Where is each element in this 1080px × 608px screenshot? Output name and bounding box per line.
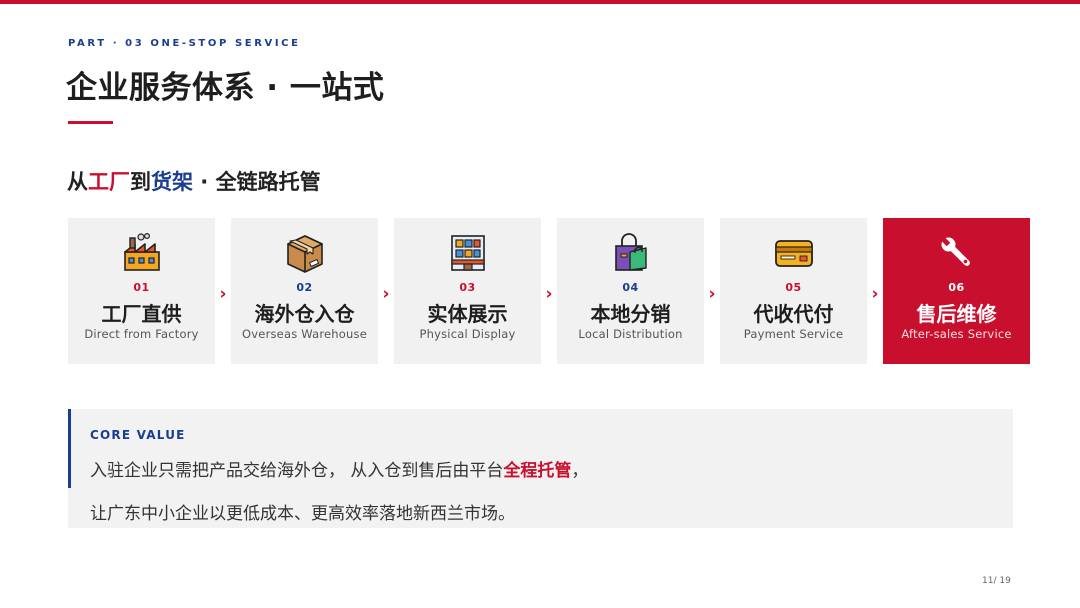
step-subtitle: Payment Service bbox=[743, 327, 844, 341]
core-value-accent-bar bbox=[68, 409, 71, 488]
step-card-payment[interactable]: 05 代收代付 Payment Service bbox=[720, 218, 867, 364]
step-title: 售后维修 bbox=[916, 302, 997, 326]
chevron-right-icon: › bbox=[871, 284, 879, 304]
factory-icon bbox=[123, 232, 160, 271]
step-number: 04 bbox=[622, 281, 639, 294]
step-subtitle: Physical Display bbox=[419, 327, 516, 341]
part-label: PART · 03 ONE-STOP SERVICE bbox=[68, 38, 301, 49]
step-title: 本地分销 bbox=[590, 302, 671, 326]
subtitle-highlight-factory: 工厂 bbox=[88, 170, 130, 194]
step-subtitle: After-sales Service bbox=[901, 327, 1012, 341]
section-subtitle: 从工厂到货架 · 全链路托管 bbox=[67, 166, 321, 196]
step-title: 实体展示 bbox=[427, 302, 508, 326]
credit-card-icon bbox=[774, 240, 813, 267]
chevron-right-icon: › bbox=[708, 284, 716, 304]
step-card-after-sales[interactable]: 06 售后维修 After-sales Service bbox=[883, 218, 1030, 364]
core-value-line-1-suffix: ， bbox=[571, 461, 589, 481]
service-steps: 01 工厂直供 Direct from Factory › 02 海外仓入仓 O… bbox=[68, 218, 1030, 364]
page-title: 企业服务体系 · 一站式 bbox=[66, 70, 385, 106]
storefront-icon bbox=[450, 235, 485, 271]
wrench-icon bbox=[940, 237, 970, 266]
step-subtitle: Overseas Warehouse bbox=[242, 327, 367, 341]
step-card-display[interactable]: 03 实体展示 Physical Display bbox=[394, 218, 541, 364]
core-value-line-2: 让广东中小企业以更低成本、更高效率落地新西兰市场。 bbox=[90, 504, 515, 524]
core-value-label: CORE VALUE bbox=[90, 428, 186, 442]
step-card-distribution[interactable]: 04 本地分销 Local Distribution bbox=[557, 218, 704, 364]
chevron-right-icon: › bbox=[219, 284, 227, 304]
package-icon bbox=[286, 235, 323, 273]
core-value-highlight: 全程托管 bbox=[503, 461, 572, 481]
page-number: 11/ 19 bbox=[982, 576, 1011, 586]
chevron-right-icon: › bbox=[545, 284, 553, 304]
title-underline bbox=[68, 121, 113, 124]
step-number: 06 bbox=[948, 281, 965, 294]
core-value-line-1: 入驻企业只需把产品交给海外仓， 从入仓到售后由平台全程托管， bbox=[90, 456, 588, 481]
step-subtitle: Local Distribution bbox=[578, 327, 683, 341]
step-number: 01 bbox=[133, 281, 150, 294]
subtitle-prefix: 从 bbox=[67, 170, 88, 194]
step-card-warehouse[interactable]: 02 海外仓入仓 Overseas Warehouse bbox=[231, 218, 378, 364]
core-value-panel: CORE VALUE 入驻企业只需把产品交给海外仓， 从入仓到售后由平台全程托管… bbox=[68, 409, 1013, 528]
step-card-factory[interactable]: 01 工厂直供 Direct from Factory bbox=[68, 218, 215, 364]
step-title: 工厂直供 bbox=[101, 302, 182, 326]
top-accent-bar bbox=[0, 0, 1080, 4]
step-title: 海外仓入仓 bbox=[254, 302, 355, 326]
step-number: 02 bbox=[296, 281, 313, 294]
step-subtitle: Direct from Factory bbox=[84, 327, 199, 341]
step-title: 代收代付 bbox=[753, 302, 834, 326]
step-number: 05 bbox=[785, 281, 802, 294]
chevron-right-icon: › bbox=[382, 284, 390, 304]
core-value-line-1-prefix: 入驻企业只需把产品交给海外仓， 从入仓到售后由平台 bbox=[90, 461, 504, 481]
shopping-bag-icon bbox=[614, 233, 647, 271]
subtitle-suffix: · 全链路托管 bbox=[193, 170, 321, 194]
subtitle-middle: 到 bbox=[130, 170, 151, 194]
subtitle-highlight-shelf: 货架 bbox=[151, 170, 193, 194]
step-number: 03 bbox=[459, 281, 476, 294]
